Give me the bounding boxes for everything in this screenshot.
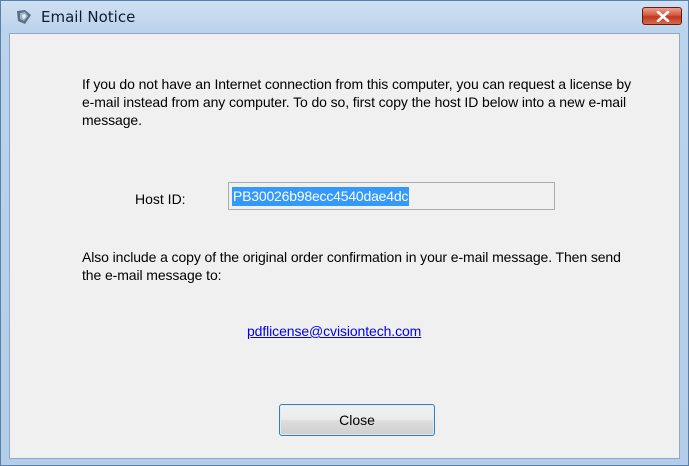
- window-close-button[interactable]: [642, 7, 682, 25]
- host-id-value[interactable]: PB30026b98ecc4540dae4dc: [232, 187, 410, 206]
- email-link[interactable]: pdflicense@cvisiontech.com: [247, 323, 421, 339]
- dialog-body: If you do not have an Internet connectio…: [9, 33, 680, 459]
- close-button[interactable]: Close: [279, 404, 435, 436]
- host-id-field[interactable]: PB30026b98ecc4540dae4dc: [228, 182, 555, 210]
- intro-text: If you do not have an Internet connectio…: [82, 76, 631, 128]
- host-id-label: Host ID:: [135, 191, 186, 207]
- email-notice-dialog: Email Notice If you do not have an Inter…: [0, 0, 689, 466]
- close-x-icon: [656, 11, 670, 22]
- instructions-text: Also include a copy of the original orde…: [82, 249, 621, 283]
- title-bar[interactable]: Email Notice: [1, 1, 688, 33]
- window-title: Email Notice: [41, 8, 136, 26]
- app-icon: [17, 10, 31, 24]
